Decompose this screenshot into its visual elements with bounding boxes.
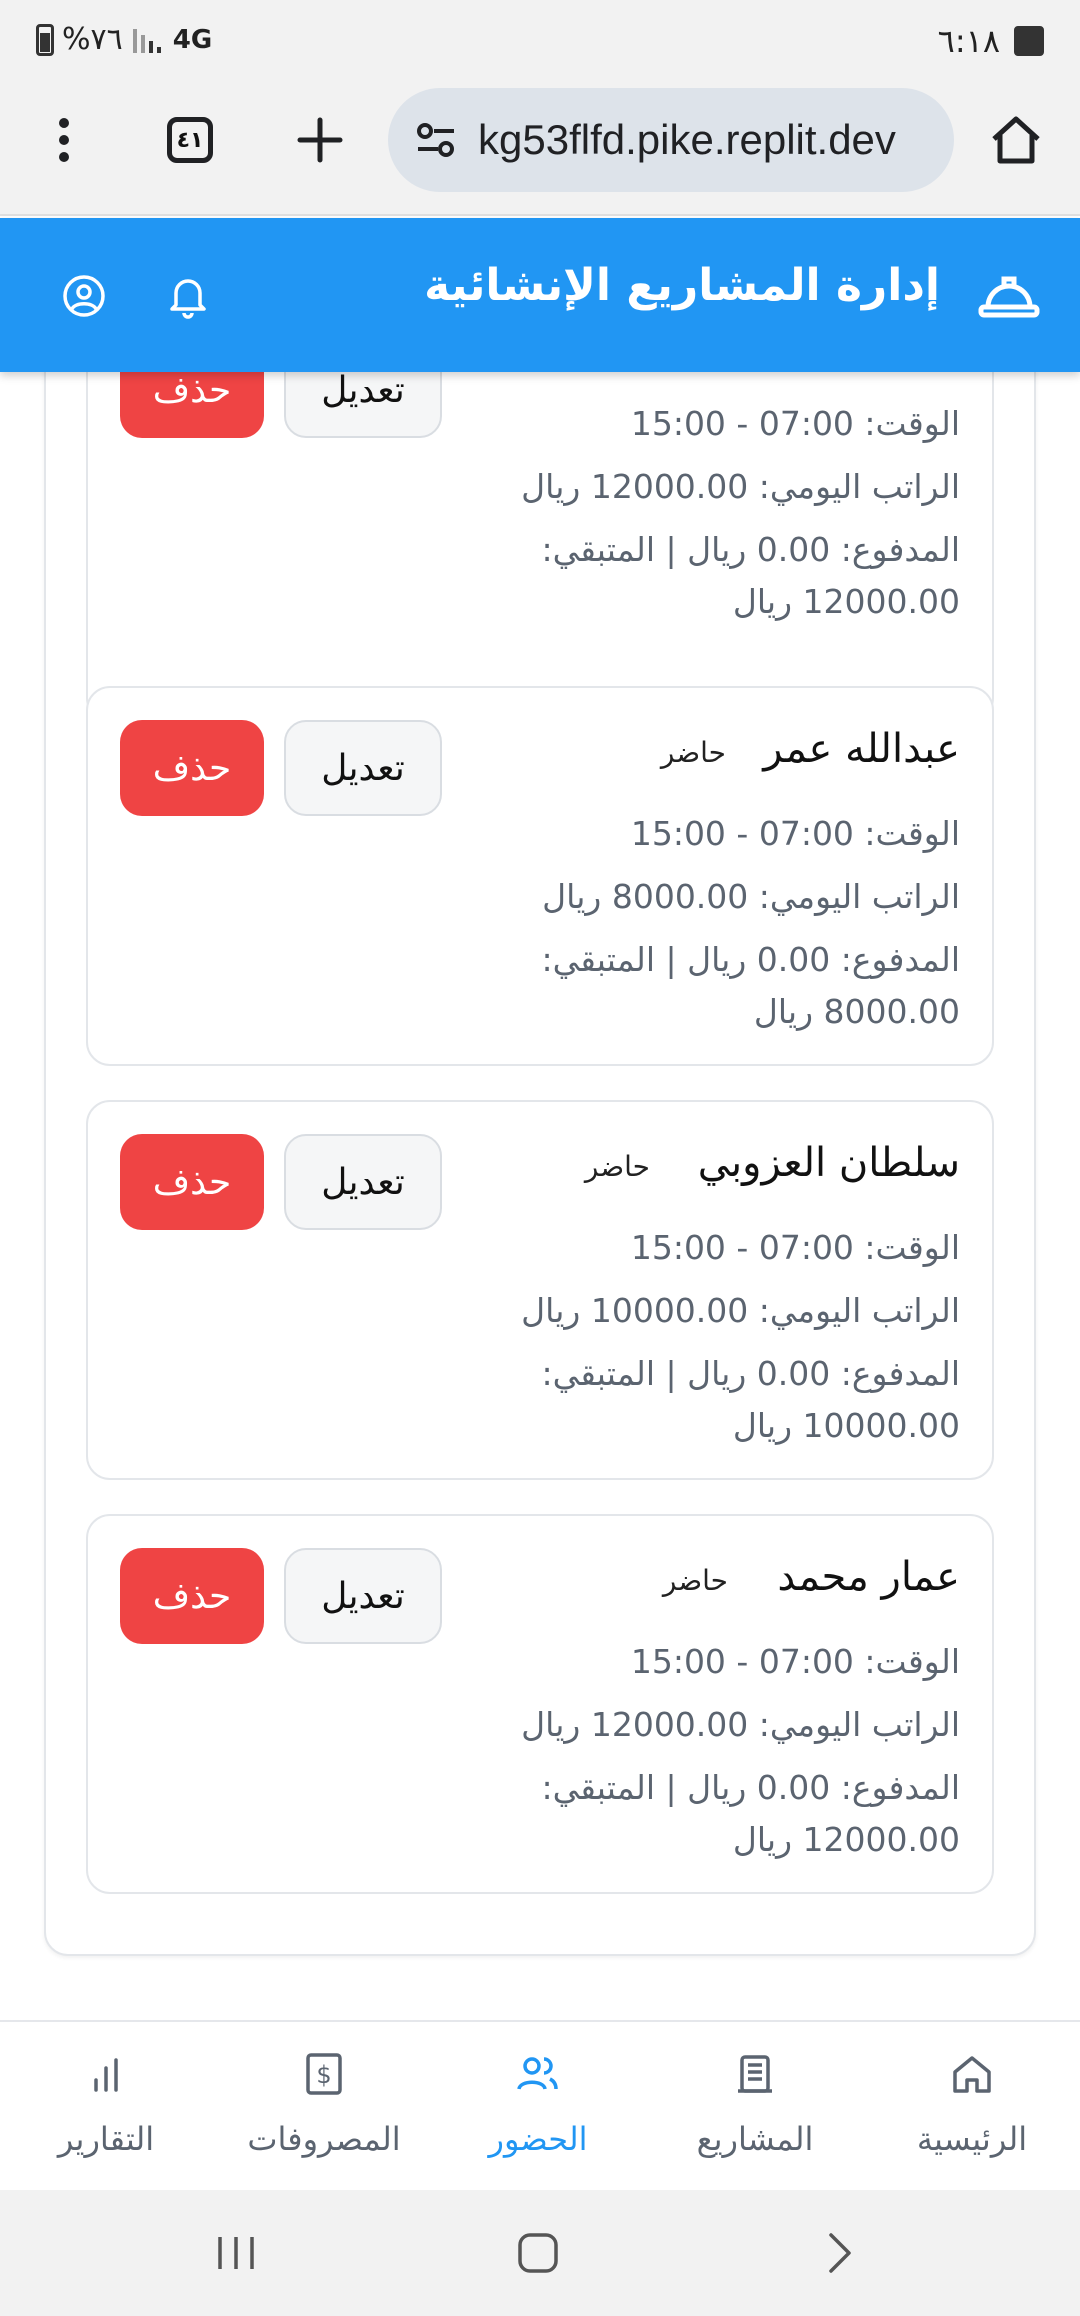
clock: ٦:١٨ xyxy=(937,22,1000,60)
edit-button[interactable]: تعديل xyxy=(284,720,442,816)
worker-card: عبدالله عمر حاضر تعديل حذف الوقت: 07:00 … xyxy=(86,686,994,1066)
delete-button[interactable]: حذف xyxy=(120,1548,264,1644)
browser-toolbar: ٤١ kg53flfd.pike.replit.dev xyxy=(0,84,1080,216)
signal-icon xyxy=(132,28,161,53)
nav-label: الحضور xyxy=(488,2120,588,2158)
worker-time: الوقت: 07:00 - 15:00 xyxy=(630,1642,960,1681)
profile-icon[interactable] xyxy=(54,266,114,326)
worker-remaining: 12000.00 ريال xyxy=(732,582,960,621)
battery-level: %٧٦ xyxy=(62,22,123,57)
status-badge: حاضر xyxy=(662,1564,728,1597)
status-right: ٦:١٨ xyxy=(938,22,1044,60)
worker-paid: المدفوع: 0.00 ريال | المتبقي: xyxy=(541,940,960,979)
home-button-icon[interactable] xyxy=(508,2228,568,2278)
nav-label: المصروفات xyxy=(247,2120,401,2158)
site-settings-icon[interactable] xyxy=(416,122,456,158)
users-icon xyxy=(514,2050,562,2098)
nav-label: الرئيسية xyxy=(916,2120,1028,2158)
back-icon[interactable] xyxy=(810,2228,870,2278)
worker-remaining: 12000.00 ريال xyxy=(732,1820,960,1859)
worker-daily-wage: الراتب اليومي: 12000.00 ريال xyxy=(521,467,960,506)
status-badge: حاضر xyxy=(584,1150,650,1183)
receipt-dollar-icon: $ xyxy=(300,2050,348,2098)
worker-paid: المدفوع: 0.00 ريال | المتبقي: xyxy=(541,1768,960,1807)
worker-time: الوقت: 07:00 - 15:00 xyxy=(630,814,960,853)
tabs-count: ٤١ xyxy=(167,117,213,163)
worker-time: الوقت: 07:00 - 15:00 xyxy=(630,1228,960,1267)
delete-button[interactable]: حذف xyxy=(120,372,264,438)
nav-projects[interactable]: المشاريع xyxy=(655,2022,855,2192)
bell-icon[interactable] xyxy=(158,266,218,326)
building-icon xyxy=(731,2050,779,2098)
network-type: 4G xyxy=(172,24,213,55)
edit-button[interactable]: تعديل xyxy=(284,372,442,438)
battery-icon xyxy=(36,23,54,56)
recent-apps-icon[interactable] xyxy=(206,2228,266,2278)
bottom-navigation: الرئيسية المشاريع الحضور $ المصروفات الت… xyxy=(0,2020,1080,2190)
worker-card: سلطان العزوبي حاضر تعديل حذف الوقت: 07:0… xyxy=(86,1100,994,1480)
nav-label: التقارير xyxy=(57,2120,155,2158)
worker-daily-wage: الراتب اليومي: 12000.00 ريال xyxy=(521,1705,960,1744)
address-bar[interactable]: kg53flfd.pike.replit.dev xyxy=(388,88,954,192)
bar-chart-icon xyxy=(82,2050,130,2098)
nav-label: المشاريع xyxy=(696,2120,814,2158)
worker-name: عمار محمد xyxy=(777,1554,960,1600)
tabs-button[interactable]: ٤١ xyxy=(162,112,218,168)
more-menu-icon[interactable] xyxy=(36,112,92,168)
hard-hat-icon xyxy=(974,266,1044,326)
worker-time: الوقت: 07:00 - 15:00 xyxy=(630,404,960,443)
nav-expenses[interactable]: $ المصروفات xyxy=(224,2022,424,2192)
nav-home[interactable]: الرئيسية xyxy=(872,2022,1072,2192)
worker-name: عبدالله عمر xyxy=(763,726,960,772)
worker-card-partial: تعديل حذف الوقت: 07:00 - 15:00 الراتب ال… xyxy=(86,372,994,722)
edit-button[interactable]: تعديل xyxy=(284,1134,442,1230)
delete-button[interactable]: حذف xyxy=(120,1134,264,1230)
app-title: إدارة المشاريع الإنشائية xyxy=(424,260,940,311)
home-icon xyxy=(948,2050,996,2098)
worker-daily-wage: الراتب اليومي: 8000.00 ريال xyxy=(542,877,960,916)
worker-paid: المدفوع: 0.00 ريال | المتبقي: xyxy=(541,530,960,569)
nav-reports[interactable]: التقارير xyxy=(6,2022,206,2192)
status-badge: حاضر xyxy=(660,736,726,769)
image-notification-icon xyxy=(1014,26,1044,56)
svg-text:$: $ xyxy=(316,2061,331,2089)
system-navigation-bar xyxy=(0,2190,1080,2316)
attendance-list[interactable]: تعديل حذف الوقت: 07:00 - 15:00 الراتب ال… xyxy=(0,372,1080,2022)
new-tab-icon[interactable] xyxy=(292,112,348,168)
status-bar: %٧٦ 4G ٦:١٨ xyxy=(0,0,1080,84)
worker-daily-wage: الراتب اليومي: 10000.00 ريال xyxy=(521,1291,960,1330)
edit-button[interactable]: تعديل xyxy=(284,1548,442,1644)
worker-remaining: 8000.00 ريال xyxy=(753,992,960,1031)
worker-remaining: 10000.00 ريال xyxy=(732,1406,960,1445)
nav-attendance[interactable]: الحضور xyxy=(438,2022,638,2192)
delete-button[interactable]: حذف xyxy=(120,720,264,816)
app-header: إدارة المشاريع الإنشائية xyxy=(0,218,1080,372)
url-text: kg53flfd.pike.replit.dev xyxy=(478,116,896,163)
home-icon[interactable] xyxy=(988,112,1044,168)
status-left: %٧٦ 4G xyxy=(36,22,212,57)
worker-paid: المدفوع: 0.00 ريال | المتبقي: xyxy=(541,1354,960,1393)
worker-card: عمار محمد حاضر تعديل حذف الوقت: 07:00 - … xyxy=(86,1514,994,1894)
worker-name: سلطان العزوبي xyxy=(697,1140,960,1186)
